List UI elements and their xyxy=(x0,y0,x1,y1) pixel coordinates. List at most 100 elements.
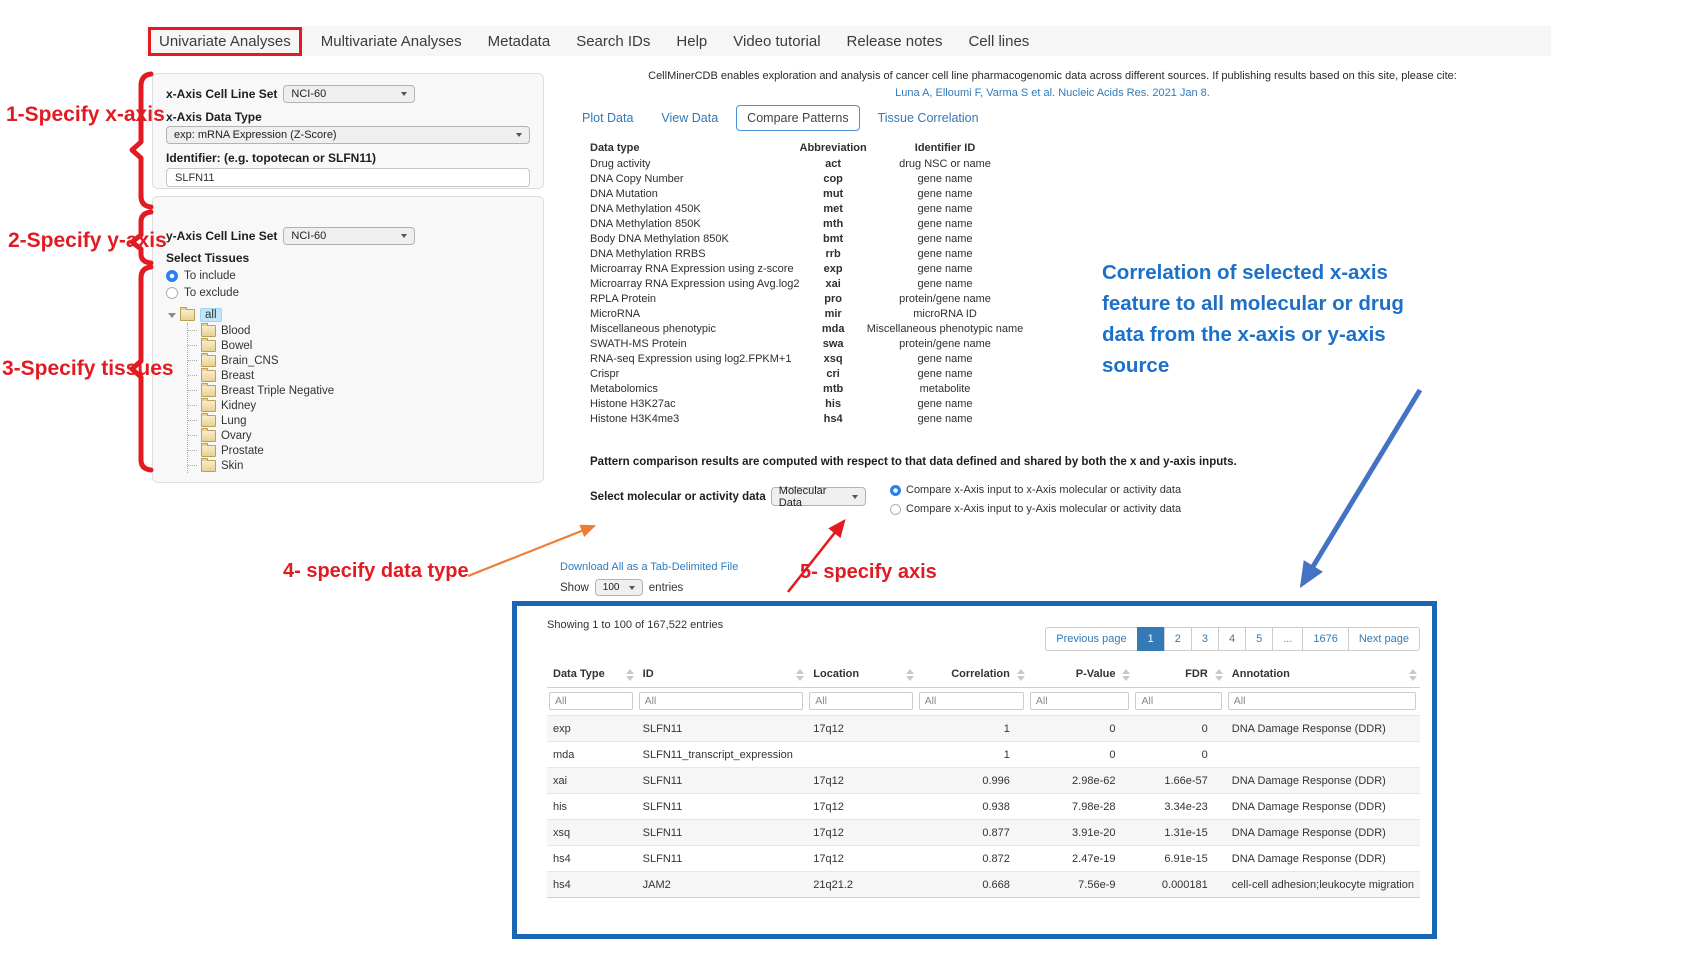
tissue-node-kidney[interactable]: Kidney xyxy=(188,398,530,413)
next-page-button[interactable]: Next page xyxy=(1348,627,1420,651)
chevron-down-icon xyxy=(401,234,407,238)
filter-input-data-type[interactable] xyxy=(549,692,633,710)
tree-root-label: all xyxy=(200,308,222,322)
download-all-link[interactable]: Download All as a Tab-Delimited File xyxy=(560,561,738,573)
tab-plot-data[interactable]: Plot Data xyxy=(572,106,643,130)
tissue-node-all[interactable]: all xyxy=(166,307,530,323)
column-header-label: Data Type xyxy=(553,668,605,680)
tree-connector xyxy=(188,330,197,331)
page-button-3[interactable]: 3 xyxy=(1191,627,1219,651)
column-header-location[interactable]: Location xyxy=(807,663,916,688)
tissue-node-blood[interactable]: Blood xyxy=(188,323,530,338)
nav-item-cell-lines[interactable]: Cell lines xyxy=(955,33,1042,50)
identifier-input[interactable] xyxy=(166,168,530,187)
nav-item-multivariate-analyses[interactable]: Multivariate Analyses xyxy=(308,33,475,50)
sort-icon[interactable] xyxy=(796,669,804,681)
page-button-1[interactable]: 1 xyxy=(1137,627,1165,651)
radio-icon[interactable] xyxy=(166,287,178,299)
x-axis-cell-line-set-value: NCI-60 xyxy=(291,88,326,100)
x-axis-cell-line-set-select[interactable]: NCI-60 xyxy=(283,85,415,103)
annotation-step4: 4- specify data type xyxy=(283,560,469,583)
tab-tissue-correlation[interactable]: Tissue Correlation xyxy=(868,106,989,130)
radio-icon[interactable] xyxy=(166,270,178,282)
page-button-1676[interactable]: 1676 xyxy=(1302,627,1348,651)
tissue-node-ovary[interactable]: Ovary xyxy=(188,428,530,443)
axis-option-label: Compare x-Axis input to x-Axis molecular… xyxy=(906,484,1181,496)
tree-node-label: Kidney xyxy=(221,400,256,412)
column-header-data-type[interactable]: Data Type xyxy=(547,663,637,688)
column-header-annotation[interactable]: Annotation xyxy=(1226,663,1420,688)
tissue-node-lung[interactable]: Lung xyxy=(188,413,530,428)
sort-icon[interactable] xyxy=(1215,669,1223,681)
tissue-node-brain-cns[interactable]: Brain_CNS xyxy=(188,353,530,368)
x-axis-data-type-select[interactable]: exp: mRNA Expression (Z-Score) xyxy=(166,126,530,144)
sort-icon[interactable] xyxy=(1409,669,1417,681)
radio-icon[interactable] xyxy=(890,485,901,496)
filter-input-fdr[interactable] xyxy=(1135,692,1221,710)
datatype-row: Microarray RNA Expression using z-scoree… xyxy=(590,261,1023,276)
exclude-label: To exclude xyxy=(184,287,239,299)
results-table: Data Type IDLocationCorrelationP-Value FDR… xyxy=(547,663,1420,898)
filter-input-id[interactable] xyxy=(639,692,804,710)
pattern-comparison-note: Pattern comparison results are computed … xyxy=(590,456,1545,468)
nav-item-release-notes[interactable]: Release notes xyxy=(834,33,956,50)
nav-item-metadata[interactable]: Metadata xyxy=(475,33,564,50)
citation-link[interactable]: Luna A, Elloumi F, Varma S et al. Nuclei… xyxy=(638,87,1468,99)
sort-icon[interactable] xyxy=(1122,669,1130,681)
tab-view-data[interactable]: View Data xyxy=(651,106,728,130)
folder-icon xyxy=(201,370,216,382)
tissues-exclude-option[interactable]: To exclude xyxy=(166,287,530,299)
folder-icon xyxy=(201,385,216,397)
column-header-label: FDR xyxy=(1185,668,1208,680)
axis-option-1[interactable]: Compare x-Axis input to x-Axis molecular… xyxy=(890,484,1181,496)
folder-icon xyxy=(201,460,216,472)
folder-icon xyxy=(201,325,216,337)
nav-item-help[interactable]: Help xyxy=(663,33,720,50)
column-header-correlation[interactable]: Correlation xyxy=(917,663,1028,688)
tissue-node-breast[interactable]: Breast xyxy=(188,368,530,383)
y-axis-cell-line-set-select[interactable]: NCI-60 xyxy=(283,227,415,245)
tab-compare-patterns[interactable]: Compare Patterns xyxy=(736,105,859,131)
folder-icon xyxy=(201,355,216,367)
show-entries-row: Show 100 entries xyxy=(560,579,1545,596)
datatype-row: DNA Copy Numbercopgene name xyxy=(590,171,1023,186)
sort-icon[interactable] xyxy=(626,669,634,681)
tissues-include-option[interactable]: To include xyxy=(166,270,530,282)
tree-node-label: Bowel xyxy=(221,340,252,352)
sort-icon[interactable] xyxy=(1017,669,1025,681)
x-axis-cell-line-set-label: x-Axis Cell Line Set xyxy=(166,87,277,101)
molecular-data-select[interactable]: Molecular Data xyxy=(771,487,866,506)
filter-input-p-value[interactable] xyxy=(1030,692,1130,710)
show-label: Show xyxy=(560,582,589,594)
page-button-2[interactable]: 2 xyxy=(1164,627,1192,651)
tree-expander-icon[interactable] xyxy=(168,313,176,318)
sort-icon[interactable] xyxy=(906,669,914,681)
datatype-row: RNA-seq Expression using log2.FPKM+1xsqg… xyxy=(590,351,1023,366)
datatype-row: Histone H3K27achisgene name xyxy=(590,396,1023,411)
tissue-node-skin[interactable]: Skin xyxy=(188,458,530,473)
page-button-5[interactable]: 5 xyxy=(1245,627,1273,651)
axis-option-group: Compare x-Axis input to x-Axis molecular… xyxy=(890,484,1181,522)
prev-page-button[interactable]: Previous page xyxy=(1045,627,1137,651)
folder-icon xyxy=(201,340,216,352)
column-header-id[interactable]: ID xyxy=(637,663,808,688)
comparison-controls: Select molecular or activity data Molecu… xyxy=(590,487,1545,531)
page-button-4[interactable]: 4 xyxy=(1218,627,1246,651)
tissue-node-prostate[interactable]: Prostate xyxy=(188,443,530,458)
nav-item-search-ids[interactable]: Search IDs xyxy=(563,33,663,50)
filter-input-location[interactable] xyxy=(809,692,912,710)
nav-item-video-tutorial[interactable]: Video tutorial xyxy=(720,33,833,50)
axis-option-2[interactable]: Compare x-Axis input to y-Axis molecular… xyxy=(890,503,1181,515)
tissue-node-bowel[interactable]: Bowel xyxy=(188,338,530,353)
tree-node-label: Ovary xyxy=(221,430,252,442)
filter-input-correlation[interactable] xyxy=(919,692,1024,710)
show-entries-select[interactable]: 100 xyxy=(595,579,643,596)
annotation-step1: 1-Specify x-axis xyxy=(6,103,165,127)
nav-item-univariate-analyses[interactable]: Univariate Analyses xyxy=(148,27,302,56)
filter-input-annotation[interactable] xyxy=(1228,692,1416,710)
column-header-p-value[interactable]: P-Value xyxy=(1028,663,1134,688)
tissue-node-breast-triple-negative[interactable]: Breast Triple Negative xyxy=(188,383,530,398)
select-data-label: Select molecular or activity data xyxy=(590,491,766,503)
radio-icon[interactable] xyxy=(890,504,901,515)
column-header-fdr[interactable]: FDR xyxy=(1133,663,1225,688)
